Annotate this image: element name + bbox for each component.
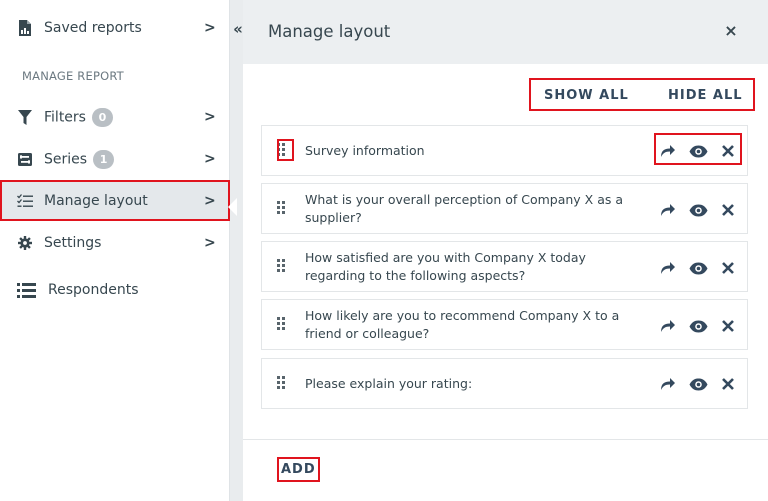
move-icon[interactable]	[658, 258, 678, 278]
chevron-right-icon: >	[204, 235, 216, 251]
remove-icon[interactable]	[718, 200, 738, 220]
sidebar-item-label: Filters	[44, 109, 86, 125]
item-label: What is your overall perception of Compa…	[305, 192, 624, 225]
sidebar-item-filters[interactable]: Filters 0 >	[0, 97, 230, 137]
eye-icon[interactable]	[688, 316, 708, 336]
sidebar-item-label: Manage layout	[44, 192, 148, 209]
item-label: Survey information	[305, 143, 425, 158]
item-label: How satisfied are you with Company X tod…	[305, 250, 586, 283]
divider	[243, 439, 768, 440]
sidebar-item-respondents[interactable]: Respondents	[0, 270, 230, 310]
chevron-right-icon: >	[204, 192, 216, 209]
manage-layout-panel: Manage layout × SHOW ALL HIDE ALL Survey…	[243, 0, 768, 501]
sidebar-item-label: Saved reports	[44, 20, 142, 36]
sidebar-item-manage-layout[interactable]: Manage layout >	[0, 180, 230, 221]
document-icon	[17, 20, 33, 36]
panel-header: Manage layout ×	[243, 0, 768, 64]
chevron-right-icon: >	[204, 109, 216, 125]
remove-icon[interactable]	[718, 374, 738, 394]
count-badge: 1	[93, 149, 115, 169]
drag-handle-icon[interactable]	[277, 317, 288, 332]
add-button[interactable]: ADD	[281, 462, 316, 477]
eye-icon[interactable]	[688, 200, 708, 220]
drag-handle-highlight	[277, 139, 294, 161]
collapse-strip	[230, 0, 243, 501]
sidebar-item-label: Settings	[44, 235, 102, 251]
gear-icon	[17, 235, 33, 251]
show-all-button[interactable]: SHOW ALL	[544, 88, 629, 103]
sidebar-item-saved-reports[interactable]: Saved reports >	[0, 8, 230, 48]
remove-icon[interactable]	[718, 258, 738, 278]
eye-icon[interactable]	[688, 374, 708, 394]
sidebar: Saved reports > MANAGE REPORT Filters 0 >…	[0, 0, 230, 501]
active-indicator	[228, 198, 237, 216]
series-icon	[17, 151, 33, 167]
remove-icon[interactable]	[718, 316, 738, 336]
chevron-right-icon: >	[204, 20, 216, 36]
drag-handle-icon[interactable]	[277, 201, 288, 216]
list-item: How satisfied are you with Company X tod…	[261, 241, 748, 292]
hide-all-button[interactable]: HIDE ALL	[668, 88, 743, 103]
drag-handle-icon[interactable]	[277, 376, 288, 391]
chevron-right-icon: >	[204, 151, 216, 167]
move-icon[interactable]	[658, 316, 678, 336]
list-item: How likely are you to recommend Company …	[261, 299, 748, 350]
sidebar-item-series[interactable]: Series 1 >	[0, 139, 230, 179]
close-icon[interactable]: ×	[721, 21, 741, 43]
move-icon[interactable]	[658, 200, 678, 220]
list-item: What is your overall perception of Compa…	[261, 183, 748, 234]
panel-title: Manage layout	[268, 22, 391, 41]
sidebar-item-label: Series	[44, 151, 88, 167]
respondents-list-icon	[17, 282, 36, 298]
count-badge: 0	[91, 107, 113, 127]
item-label: How likely are you to recommend Company …	[305, 308, 620, 341]
list-item: Please explain your rating:	[261, 358, 748, 409]
row-actions-highlight	[654, 133, 742, 165]
sidebar-item-label: Respondents	[48, 282, 139, 298]
item-label: Please explain your rating:	[305, 376, 473, 391]
layout-list-icon	[17, 193, 33, 209]
eye-icon[interactable]	[688, 258, 708, 278]
move-icon[interactable]	[658, 374, 678, 394]
sidebar-item-settings[interactable]: Settings >	[0, 223, 230, 263]
drag-handle-icon[interactable]	[277, 259, 288, 274]
section-heading: MANAGE REPORT	[22, 69, 124, 83]
filter-icon	[17, 109, 33, 125]
